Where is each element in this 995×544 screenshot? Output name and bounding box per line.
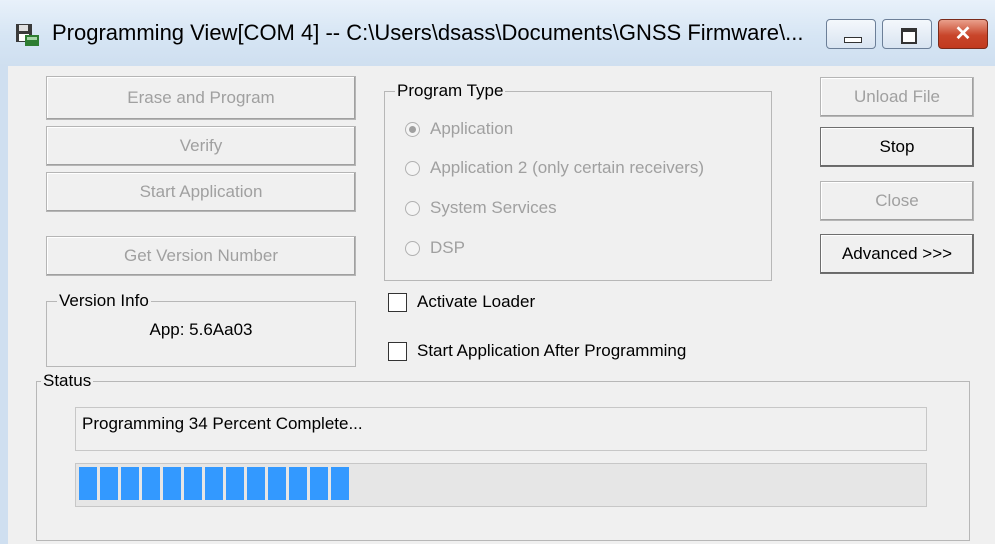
progress-segment xyxy=(289,467,307,500)
start-application-button[interactable]: Start Application xyxy=(46,172,356,212)
progress-segment xyxy=(142,467,160,500)
version-info-label: Version Info xyxy=(57,291,151,311)
radio-application-2[interactable]: Application 2 (only certain receivers) xyxy=(405,158,704,178)
floppy-disk-app-icon xyxy=(16,24,39,46)
radio-dsp[interactable]: DSP xyxy=(405,238,465,258)
radio-label: DSP xyxy=(430,238,465,257)
progress-segment xyxy=(226,467,244,500)
radio-button-icon xyxy=(405,121,420,137)
progress-segment xyxy=(310,467,328,500)
status-message: Programming 34 Percent Complete... xyxy=(82,414,363,433)
progress-fill xyxy=(79,467,349,500)
radio-label: Application 2 (only certain receivers) xyxy=(430,158,705,177)
program-type-label: Program Type xyxy=(395,81,506,101)
advanced-button[interactable]: Advanced >>> xyxy=(820,234,974,274)
close-window-button[interactable]: ✕ xyxy=(938,19,988,49)
radio-system-services[interactable]: System Services xyxy=(405,198,557,218)
radio-button-icon xyxy=(405,200,420,216)
version-info-group: Version Info App: 5.6Aa03 xyxy=(46,291,356,367)
progress-bar xyxy=(75,463,927,507)
checkbox-label: Activate Loader xyxy=(417,292,536,311)
progress-segment xyxy=(268,467,286,500)
checkbox-box[interactable] xyxy=(388,341,407,361)
radio-label: Application xyxy=(430,119,514,138)
progress-segment xyxy=(205,467,223,500)
stop-button[interactable]: Stop xyxy=(820,127,974,167)
radio-button-icon xyxy=(405,160,420,176)
erase-and-program-button[interactable]: Erase and Program xyxy=(46,76,356,120)
progress-segment xyxy=(100,467,118,500)
get-version-number-button[interactable]: Get Version Number xyxy=(46,236,356,276)
status-label: Status xyxy=(41,371,94,391)
minimize-icon xyxy=(844,37,862,43)
checkbox-box[interactable] xyxy=(388,292,407,312)
minimize-button[interactable] xyxy=(826,19,876,49)
window-left-border xyxy=(0,66,8,544)
progress-segment xyxy=(79,467,97,500)
version-value: App: 5.6Aa03 xyxy=(149,320,253,339)
start-after-programming-checkbox[interactable]: Start Application After Programming xyxy=(388,341,686,361)
close-icon: ✕ xyxy=(954,23,972,45)
radio-application[interactable]: Application xyxy=(405,119,513,139)
radio-button-icon xyxy=(405,240,420,256)
maximize-icon xyxy=(901,28,917,44)
verify-button[interactable]: Verify xyxy=(46,126,356,166)
progress-segment xyxy=(247,467,265,500)
checkbox-label: Start Application After Programming xyxy=(417,341,687,360)
radio-label: System Services xyxy=(430,198,557,217)
status-group: Status Programming 34 Percent Complete..… xyxy=(36,371,970,541)
window-title: Programming View[COM 4] -- C:\Users\dsas… xyxy=(52,20,804,45)
program-type-group: Program Type Application Application 2 (… xyxy=(384,81,772,281)
progress-segment xyxy=(121,467,139,500)
status-message-field: Programming 34 Percent Complete... xyxy=(75,407,927,451)
progress-segment xyxy=(184,467,202,500)
unload-file-button[interactable]: Unload File xyxy=(820,77,974,117)
progress-segment xyxy=(331,467,349,500)
maximize-button[interactable] xyxy=(882,19,932,49)
close-button[interactable]: Close xyxy=(820,181,974,221)
client-area: Erase and Program Verify Start Applicati… xyxy=(8,66,995,544)
progress-segment xyxy=(163,467,181,500)
title-bar[interactable]: Programming View[COM 4] -- C:\Users\dsas… xyxy=(0,0,995,66)
programming-view-window: Programming View[COM 4] -- C:\Users\dsas… xyxy=(0,0,995,544)
activate-loader-checkbox[interactable]: Activate Loader xyxy=(388,292,535,312)
